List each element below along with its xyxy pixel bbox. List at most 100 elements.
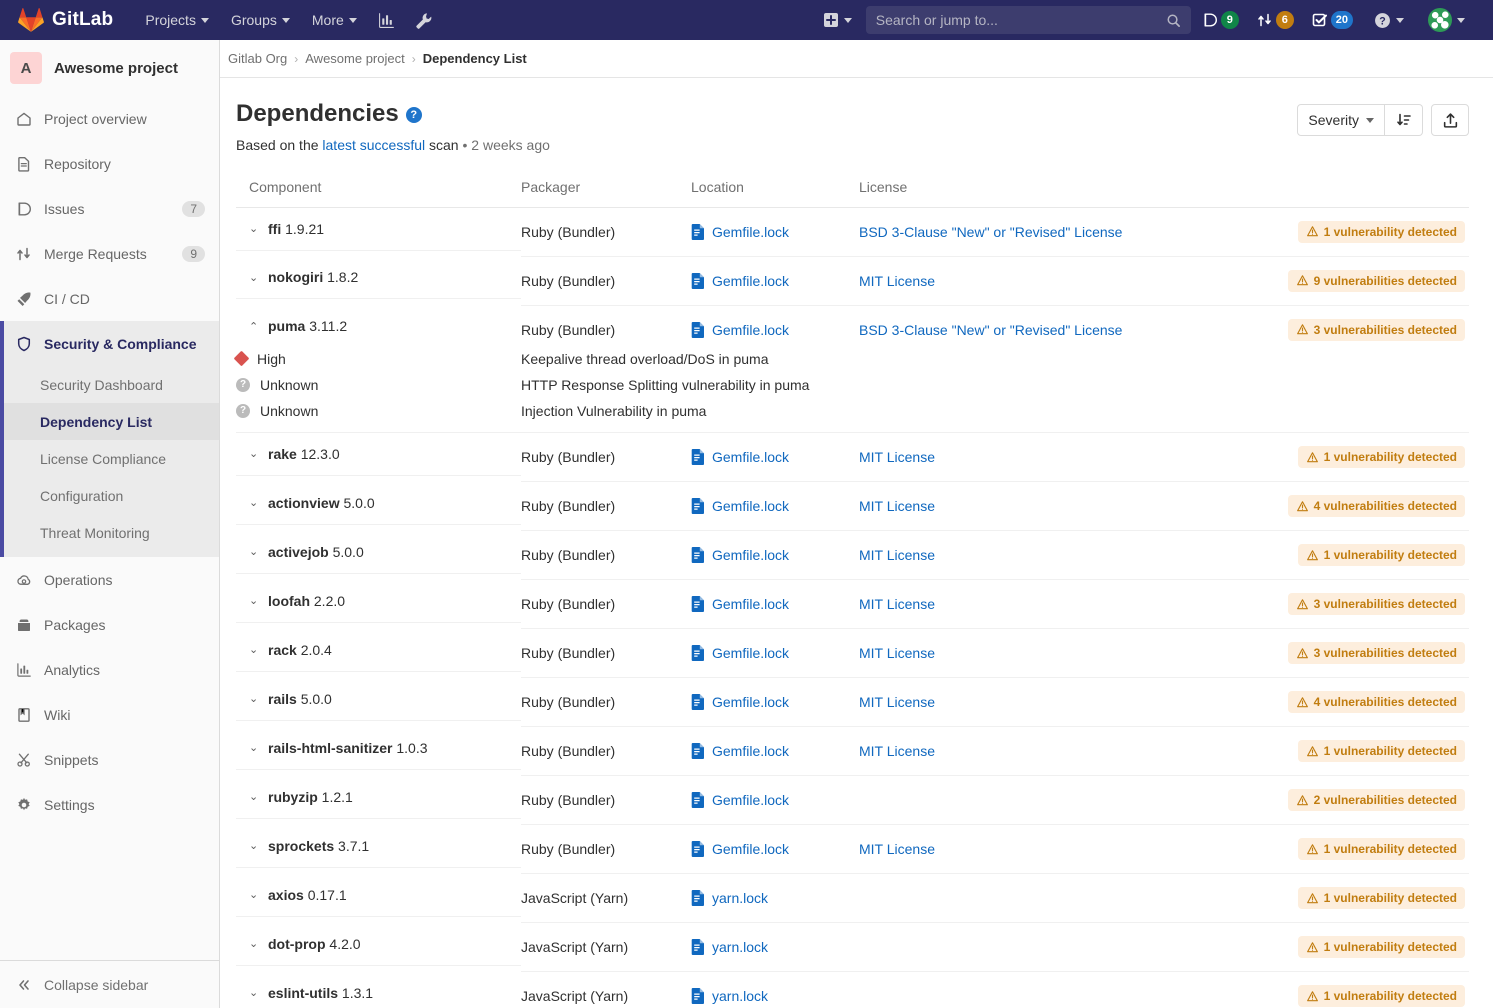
vulnerability-badge[interactable]: 1 vulnerability detected: [1298, 887, 1465, 909]
location-link[interactable]: Gemfile.lock: [691, 841, 859, 857]
export-button[interactable]: [1431, 104, 1469, 136]
location-file-name[interactable]: Gemfile.lock: [712, 547, 789, 563]
sidebar-item-snippets[interactable]: Snippets: [0, 737, 219, 782]
sidebar-item-repository[interactable]: Repository: [0, 141, 219, 186]
chevron-down-icon[interactable]: ⌄: [249, 222, 259, 235]
vulnerability-badge[interactable]: 1 vulnerability detected: [1298, 985, 1465, 1007]
vulnerability-badge[interactable]: 1 vulnerability detected: [1298, 446, 1465, 468]
chevron-down-icon[interactable]: ⌄: [249, 692, 259, 705]
nav-item-more[interactable]: More: [302, 6, 367, 34]
sidebar-item-ci-cd[interactable]: CI / CD: [0, 276, 219, 321]
search-input[interactable]: [876, 12, 1166, 28]
license-link[interactable]: MIT License: [859, 273, 935, 289]
table-row[interactable]: ⌄rails 5.0.0Ruby (Bundler)Gemfile.lockMI…: [236, 678, 1469, 727]
vulnerability-description[interactable]: Injection Vulnerability in puma: [521, 403, 706, 419]
chevron-down-icon[interactable]: ⌄: [249, 986, 259, 999]
breadcrumb-current[interactable]: Dependency List: [423, 51, 527, 66]
severity-sort-dropdown[interactable]: Severity: [1297, 104, 1385, 136]
location-file-name[interactable]: yarn.lock: [712, 988, 768, 1004]
location-link[interactable]: yarn.lock: [691, 988, 859, 1004]
breadcrumb-project[interactable]: Awesome project: [305, 51, 404, 66]
location-file-name[interactable]: Gemfile.lock: [712, 224, 789, 240]
table-row[interactable]: ⌃puma 3.11.2Ruby (Bundler)Gemfile.lockBS…: [236, 305, 1469, 346]
location-file-name[interactable]: Gemfile.lock: [712, 273, 789, 289]
license-link[interactable]: MIT License: [859, 841, 935, 857]
column-header-packager[interactable]: Packager: [521, 171, 691, 208]
vulnerability-badge[interactable]: 3 vulnerabilities detected: [1288, 593, 1465, 615]
sidebar-item-license-compliance[interactable]: License Compliance: [0, 440, 219, 477]
issues-counter[interactable]: 9: [1195, 6, 1246, 34]
search-box[interactable]: [866, 6, 1191, 34]
vulnerability-description[interactable]: HTTP Response Splitting vulnerability in…: [521, 377, 809, 393]
table-row[interactable]: ⌄rails-html-sanitizer 1.0.3Ruby (Bundler…: [236, 727, 1469, 776]
sidebar-item-packages[interactable]: Packages: [0, 602, 219, 647]
sidebar-item-wiki[interactable]: Wiki: [0, 692, 219, 737]
sidebar-item-issues[interactable]: Issues 7: [0, 186, 219, 231]
table-row[interactable]: ⌄rack 2.0.4Ruby (Bundler)Gemfile.lockMIT…: [236, 629, 1469, 678]
location-link[interactable]: Gemfile.lock: [691, 498, 859, 514]
location-link[interactable]: yarn.lock: [691, 939, 859, 955]
sidebar-item-security-compliance[interactable]: Security & Compliance: [0, 321, 219, 366]
location-link[interactable]: Gemfile.lock: [691, 792, 859, 808]
location-file-name[interactable]: yarn.lock: [712, 939, 768, 955]
search-icon[interactable]: [1166, 13, 1181, 28]
collapse-sidebar-button[interactable]: Collapse sidebar: [0, 960, 219, 1008]
vulnerability-row[interactable]: ?UnknownHTTP Response Splitting vulnerab…: [236, 372, 1469, 398]
license-link[interactable]: MIT License: [859, 645, 935, 661]
license-link[interactable]: MIT License: [859, 547, 935, 563]
help-icon[interactable]: ?: [406, 107, 422, 123]
sidebar-project-header[interactable]: A Awesome project: [0, 40, 219, 96]
help-menu-button[interactable]: ?: [1364, 6, 1414, 35]
table-row[interactable]: ⌄loofah 2.2.0Ruby (Bundler)Gemfile.lockM…: [236, 580, 1469, 629]
gitlab-home-link[interactable]: GitLab: [12, 7, 113, 33]
table-row[interactable]: ⌄rake 12.3.0Ruby (Bundler)Gemfile.lockMI…: [236, 433, 1469, 482]
chevron-down-icon[interactable]: ⌄: [249, 643, 259, 656]
chevron-down-icon[interactable]: ⌄: [249, 790, 259, 803]
todos-counter[interactable]: 20: [1305, 6, 1360, 34]
column-header-component[interactable]: Component: [236, 171, 521, 208]
location-file-name[interactable]: Gemfile.lock: [712, 743, 789, 759]
table-row[interactable]: ⌄dot-prop 4.2.0JavaScript (Yarn)yarn.loc…: [236, 923, 1469, 972]
vulnerability-badge[interactable]: 3 vulnerabilities detected: [1288, 319, 1465, 341]
chevron-down-icon[interactable]: ⌄: [249, 741, 259, 754]
table-row[interactable]: ⌄eslint-utils 1.3.1JavaScript (Yarn)yarn…: [236, 972, 1469, 1008]
sidebar-item-security-dashboard[interactable]: Security Dashboard: [0, 366, 219, 403]
create-new-button[interactable]: [813, 6, 862, 34]
vulnerability-badge[interactable]: 3 vulnerabilities detected: [1288, 642, 1465, 664]
location-link[interactable]: Gemfile.lock: [691, 322, 859, 338]
vulnerability-badge[interactable]: 1 vulnerability detected: [1298, 740, 1465, 762]
license-link[interactable]: MIT License: [859, 449, 935, 465]
sidebar-item-project-overview[interactable]: Project overview: [0, 96, 219, 141]
location-file-name[interactable]: Gemfile.lock: [712, 449, 789, 465]
vulnerability-badge[interactable]: 1 vulnerability detected: [1298, 936, 1465, 958]
location-link[interactable]: Gemfile.lock: [691, 694, 859, 710]
vulnerability-badge[interactable]: 4 vulnerabilities detected: [1288, 691, 1465, 713]
sidebar-item-operations[interactable]: Operations: [0, 557, 219, 602]
location-link[interactable]: Gemfile.lock: [691, 743, 859, 759]
vulnerability-badge[interactable]: 1 vulnerability detected: [1298, 221, 1465, 243]
license-link[interactable]: MIT License: [859, 596, 935, 612]
vulnerability-badge[interactable]: 1 vulnerability detected: [1298, 838, 1465, 860]
sidebar-item-configuration[interactable]: Configuration: [0, 477, 219, 514]
vulnerability-badge[interactable]: 9 vulnerabilities detected: [1288, 270, 1465, 292]
merge-requests-counter[interactable]: 6: [1250, 6, 1301, 34]
location-link[interactable]: Gemfile.lock: [691, 645, 859, 661]
license-link[interactable]: MIT License: [859, 498, 935, 514]
sidebar-item-merge-requests[interactable]: Merge Requests 9: [0, 231, 219, 276]
chevron-down-icon[interactable]: ⌄: [249, 888, 259, 901]
chevron-down-icon[interactable]: ⌄: [249, 545, 259, 558]
chevron-down-icon[interactable]: ⌄: [249, 447, 259, 460]
location-link[interactable]: yarn.lock: [691, 890, 859, 906]
table-row[interactable]: ⌄nokogiri 1.8.2Ruby (Bundler)Gemfile.loc…: [236, 256, 1469, 305]
location-link[interactable]: Gemfile.lock: [691, 547, 859, 563]
vulnerability-badge[interactable]: 2 vulnerabilities detected: [1288, 789, 1465, 811]
location-file-name[interactable]: Gemfile.lock: [712, 694, 789, 710]
column-header-location[interactable]: Location: [691, 171, 859, 208]
vulnerability-row[interactable]: HighKeepalive thread overload/DoS in pum…: [236, 346, 1469, 372]
vulnerability-badge[interactable]: 1 vulnerability detected: [1298, 544, 1465, 566]
license-link[interactable]: BSD 3-Clause "New" or "Revised" License: [859, 224, 1122, 240]
location-link[interactable]: Gemfile.lock: [691, 596, 859, 612]
vulnerability-badge[interactable]: 4 vulnerabilities detected: [1288, 495, 1465, 517]
chevron-down-icon[interactable]: ⌄: [249, 271, 259, 284]
license-link[interactable]: MIT License: [859, 743, 935, 759]
